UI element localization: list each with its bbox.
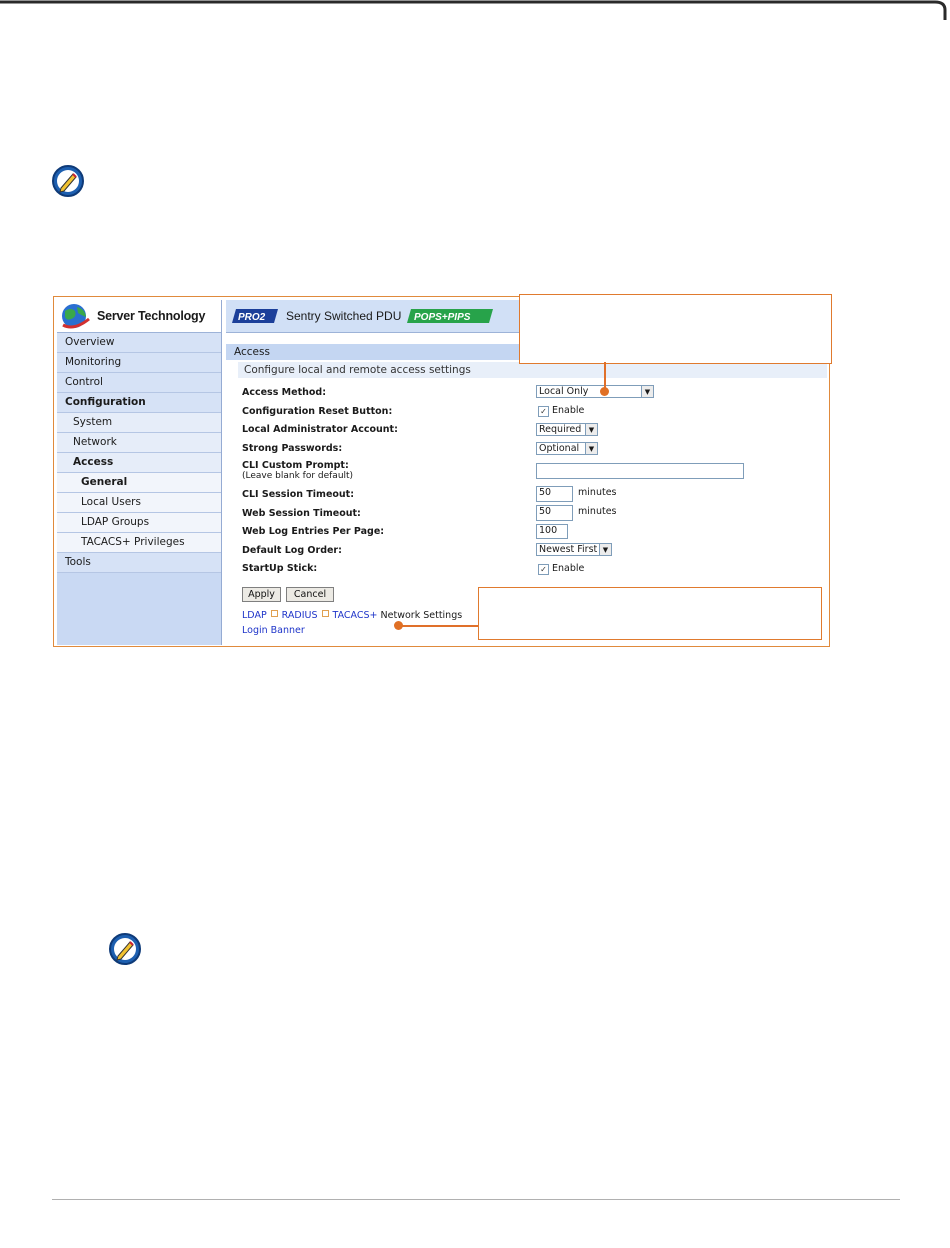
access-method-select[interactable]: Local Only ▼ [536,385,654,398]
section-subtitle: Configure local and remote access settin… [238,362,827,378]
callout-marker [394,621,403,630]
cli-prompt-hint: (Leave blank for default) [242,471,354,481]
login-banner-link[interactable]: Login Banner [242,625,305,636]
note-pencil-icon [51,164,87,200]
dropdown-arrow-icon: ▼ [585,443,597,454]
startup-stick-enable-label: Enable [552,563,585,574]
local-admin-label: Local Administrator Account: [242,424,398,435]
footer-rule [52,1199,900,1200]
sidebar-item-local-users[interactable]: Local Users [57,493,221,513]
network-settings-text: Network Settings [380,610,463,621]
sidebar-item-system[interactable]: System [57,413,221,433]
apply-button[interactable]: Apply [242,587,281,602]
note-pencil-icon [108,932,144,968]
cli-timeout-unit: minutes [578,487,617,498]
log-order-label: Default Log Order: [242,545,342,556]
sidebar-nav: Overview Monitoring Control Configuration Sy… [57,333,221,573]
sidebar-item-control[interactable]: Control [57,373,221,393]
sidebar-item-general[interactable]: General [57,473,221,493]
login-banner-row: Login Banner [242,625,305,636]
web-timeout-label: Web Session Timeout: [242,508,361,519]
config-reset-label: Configuration Reset Button: [242,406,393,417]
cancel-button[interactable]: Cancel [286,587,334,602]
svg-text:PRO2: PRO2 [238,312,266,323]
dropdown-arrow-icon: ▼ [585,424,597,435]
sidebar-item-ldap-groups[interactable]: LDAP Groups [57,513,221,533]
brand-name: Server Technology [97,309,206,323]
strong-passwords-select[interactable]: Optional ▼ [536,442,598,455]
sidebar-item-configuration[interactable]: Configuration [57,393,221,413]
startup-stick-checkbox[interactable]: ✓ [538,564,549,575]
brand-header: Server Technology [57,300,221,333]
tacacs-link[interactable]: TACACS+ [333,610,378,621]
sidebar-item-monitoring[interactable]: Monitoring [57,353,221,373]
callout-connector [604,362,606,390]
auth-links: LDAP RADIUS TACACS+ Network Settings [242,610,462,621]
cli-timeout-label: CLI Session Timeout: [242,489,355,500]
web-timeout-input[interactable]: 50 [536,505,573,521]
callout-box-auth-links [478,587,822,640]
globe-logo-icon [62,304,90,329]
radius-link[interactable]: RADIUS [282,610,318,621]
pro2-badge-logo: PRO2 [232,309,278,323]
cli-prompt-input[interactable] [536,463,744,479]
sidebar-item-tools[interactable]: Tools [57,553,221,573]
cli-prompt-label: CLI Custom Prompt: (Leave blank for defa… [242,460,354,481]
top-decorative-rule [0,0,950,30]
web-timeout-unit: minutes [578,506,617,517]
web-log-entries-input[interactable]: 100 [536,524,568,539]
local-admin-select[interactable]: Required ▼ [536,423,598,436]
svg-text:POPS+PIPS: POPS+PIPS [414,312,471,323]
sidebar-item-access[interactable]: Access [57,453,221,473]
log-order-select[interactable]: Newest First ▼ [536,543,612,556]
dropdown-arrow-icon: ▼ [641,386,653,397]
bullet-separator [270,610,278,617]
access-method-label: Access Method: [242,387,327,398]
config-reset-checkbox[interactable]: ✓ [538,406,549,417]
ldap-link[interactable]: LDAP [242,610,267,621]
callout-marker [600,387,609,396]
callout-box-access-method [519,294,832,364]
sidebar-item-overview[interactable]: Overview [57,333,221,353]
bullet-separator [321,610,329,617]
config-reset-enable-label: Enable [552,405,585,416]
sidebar-item-network[interactable]: Network [57,433,221,453]
sidebar: Server Technology Overview Monitoring Cont… [57,300,222,645]
strong-passwords-label: Strong Passwords: [242,443,343,454]
cli-timeout-input[interactable]: 50 [536,486,573,502]
callout-connector [402,625,478,627]
sidebar-item-tacacs-privileges[interactable]: TACACS+ Privileges [57,533,221,553]
web-log-entries-label: Web Log Entries Per Page: [242,526,385,537]
startup-stick-label: StartUp Stick: [242,563,318,574]
pops-pips-badge-logo: POPS+PIPS [407,309,494,323]
product-title: Sentry Switched PDU [286,309,402,323]
dropdown-arrow-icon: ▼ [599,544,611,555]
